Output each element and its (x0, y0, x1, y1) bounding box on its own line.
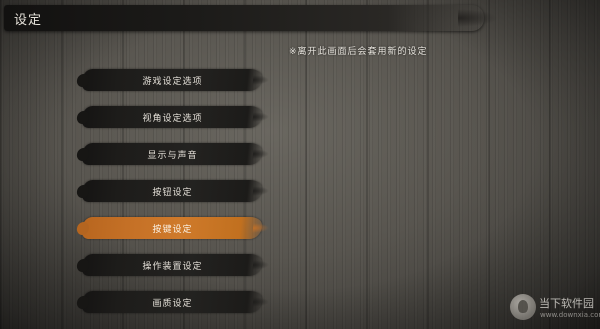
menu-item-label: 显示与声音 (147, 151, 198, 161)
page-title: 设定 (14, 13, 43, 28)
menu-item-label: 按键设定 (152, 225, 193, 235)
menu-item-key-settings[interactable]: 按键设定 (80, 214, 265, 242)
watermark-brand: 当下软件园 (539, 297, 594, 310)
menu-item-label: 画质设定 (152, 299, 193, 309)
settings-menu: 游戏设定选项 视角设定选项 显示与声音 按钮设定 按键设定 操作装置设定 画质设… (80, 66, 265, 325)
menu-item-game-settings[interactable]: 游戏设定选项 (80, 66, 265, 94)
watermark-logo-icon (510, 294, 536, 320)
menu-item-label: 游戏设定选项 (142, 77, 203, 87)
settings-apply-notice: ※离开此画面后会套用新的设定 (289, 47, 428, 57)
menu-item-label: 视角设定选项 (142, 114, 203, 124)
title-bar: 设定 (4, 5, 498, 31)
menu-item-button-settings[interactable]: 按钮设定 (80, 177, 265, 205)
menu-item-controller-settings[interactable]: 操作装置设定 (80, 251, 265, 279)
menu-item-display-sound[interactable]: 显示与声音 (80, 140, 265, 168)
menu-item-label: 按钮设定 (152, 188, 193, 198)
watermark-url: www.downxia.com (540, 311, 600, 319)
watermark: 当下软件园 www.downxia.com (510, 292, 600, 326)
menu-item-camera-settings[interactable]: 视角设定选项 (80, 103, 265, 131)
menu-item-graphics-settings[interactable]: 画质设定 (80, 288, 265, 316)
menu-item-label: 操作装置设定 (142, 262, 203, 272)
settings-screen: 设定 ※离开此画面后会套用新的设定 游戏设定选项 视角设定选项 显示与声音 按钮… (0, 0, 600, 329)
